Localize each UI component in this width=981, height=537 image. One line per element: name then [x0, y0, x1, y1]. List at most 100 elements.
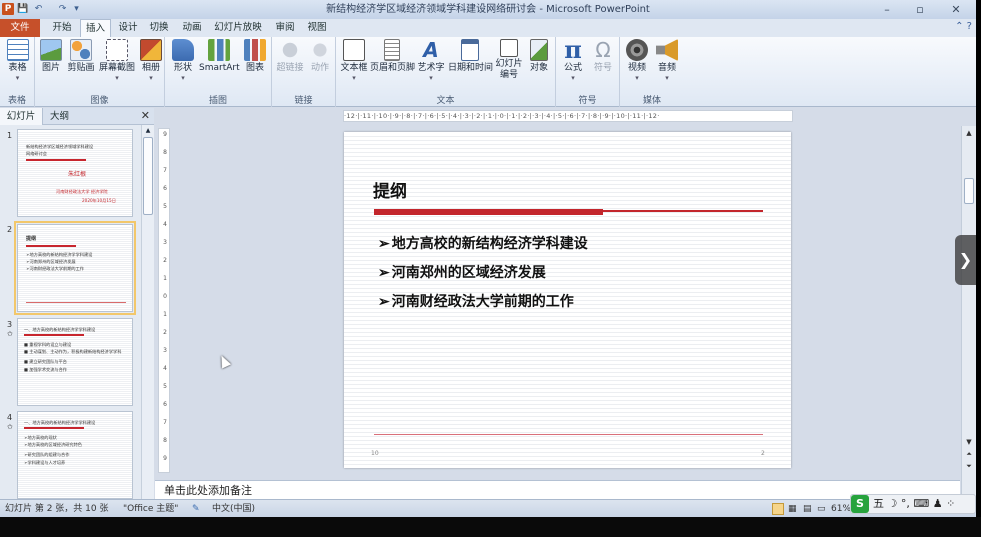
- table-icon: [6, 39, 29, 61]
- tab-animations[interactable]: 动画: [176, 19, 208, 37]
- video-button[interactable]: 视频 ▾: [623, 39, 651, 82]
- tab-slideshow[interactable]: 幻灯片放映: [210, 19, 266, 37]
- clipart-button[interactable]: 剪贴画: [65, 39, 97, 74]
- picture-button[interactable]: 图片: [38, 39, 64, 74]
- audio-button[interactable]: 音频 ▾: [653, 39, 681, 82]
- thumbnail-number: 4: [7, 413, 13, 422]
- slide-thumbnail-3[interactable]: 一、地方高校的新结构经济学学科建设 ■ 重视学科的设立与建设 ■ 主动谋划、主动…: [17, 318, 133, 406]
- title-bar: 新结构经济学区域经济领域学科建设网络研讨会 - Microsoft PowerP…: [0, 0, 976, 19]
- minimize-button[interactable]: –: [872, 0, 902, 19]
- zoom-level[interactable]: 61%: [831, 500, 851, 518]
- group-symbols: π 公式 ▾ Ω 符号 符号: [556, 37, 620, 107]
- slide-thumbnail-1[interactable]: 新结构经济学区域经济领域学科建设 网络研讨会 朱红根 河南财经政法大学 经济学院…: [17, 129, 133, 217]
- tab-slides[interactable]: 幻灯片: [0, 108, 43, 125]
- tab-file[interactable]: 文件: [0, 19, 40, 37]
- language[interactable]: 中文(中国): [212, 500, 255, 518]
- slide-thumbnail-4[interactable]: 一、地方高校的新结构经济学学科建设 ➢地方高校的现状 ➢地方高校的区域经济研究特…: [17, 411, 133, 499]
- scroll-thumb[interactable]: [964, 178, 974, 204]
- group-media: 视频 ▾ 音频 ▾ 媒体: [620, 37, 684, 107]
- panel-scrollbar[interactable]: ▲: [141, 125, 154, 499]
- scroll-up-icon[interactable]: ▲: [143, 127, 153, 134]
- tab-outline[interactable]: 大纲: [50, 108, 80, 125]
- reading-view-icon[interactable]: ▤: [803, 500, 812, 518]
- status-bar: 幻灯片 第 2 张，共 10 张 "Office 主题" ✎ 中文(中国) ▦ …: [0, 499, 976, 517]
- thumbnail-number: 1: [7, 131, 13, 140]
- equation-button[interactable]: π 公式 ▾: [559, 38, 587, 83]
- scroll-thumb[interactable]: [143, 137, 153, 215]
- thumbnail-number: 2: [7, 225, 13, 234]
- datetime-icon: [461, 39, 479, 61]
- tab-home[interactable]: 开始: [44, 19, 80, 37]
- textbox-button[interactable]: 文本框 ▾: [338, 39, 370, 82]
- ime-controls[interactable]: 五 ☽ °, ⌨ ♟ ⁘: [873, 497, 955, 510]
- tab-design[interactable]: 设计: [113, 19, 143, 37]
- symbol-icon: Ω: [595, 38, 611, 62]
- slideshow-icon[interactable]: ▭: [817, 500, 826, 518]
- tab-insert[interactable]: 插入: [80, 19, 111, 38]
- tab-transitions[interactable]: 切换: [143, 19, 175, 37]
- smartart-button[interactable]: SmartArt: [199, 39, 240, 74]
- redo-icon[interactable]: ↷: [57, 3, 68, 15]
- thumbnail-number: 3: [7, 320, 13, 329]
- normal-view-icon[interactable]: [772, 503, 784, 515]
- album-icon: [140, 39, 162, 61]
- undo-icon[interactable]: ↶: [33, 3, 44, 15]
- chart-icon: [244, 39, 266, 61]
- powerpoint-app-icon[interactable]: P: [2, 3, 14, 15]
- shapes-button[interactable]: 形状 ▾: [168, 39, 198, 82]
- wordart-button[interactable]: A 艺术字 ▾: [415, 39, 447, 82]
- group-images: 图片 剪贴画 屏幕截图 ▾ 相册 ▾ 图像: [35, 37, 165, 107]
- ribbon-insert: 表格 ▾ 表格 图片 剪贴画 屏幕截图 ▾ 相册 ▾ 图像 形状 ▾ Smart…: [0, 37, 976, 107]
- action-button[interactable]: 动作: [306, 39, 334, 74]
- group-text: 文本框 ▾ 页眉和页脚 A 艺术字 ▾ 日期和时间 幻灯片 编号 对象 文本: [336, 37, 556, 107]
- input-method-toolbar[interactable]: S 五 ☽ °, ⌨ ♟ ⁘: [850, 494, 976, 514]
- notes-pane[interactable]: 单击此处添加备注: [155, 480, 960, 499]
- slide-thumbnail-2[interactable]: 提纲 ➢地方高校的新结构经济学学科建设 ➢河南郑州的区域经济发展 ➢河南财经政法…: [14, 221, 136, 315]
- bullet-item[interactable]: ➢ 地方高校的新结构经济学科建设: [378, 233, 588, 253]
- maximize-button[interactable]: ▫: [905, 0, 935, 19]
- help-icon[interactable]: ⌃ ?: [955, 21, 972, 32]
- current-slide[interactable]: 提纲 ➢ 地方高校的新结构经济学科建设 ➢ 河南郑州的区域经济发展 ➢ 河南财经政法大…: [344, 132, 791, 468]
- album-button[interactable]: 相册 ▾: [138, 39, 164, 82]
- next-slide-icon[interactable]: ⏷: [962, 462, 976, 471]
- scroll-up-icon[interactable]: ▲: [962, 129, 976, 137]
- next-arrow-overlay[interactable]: ❯: [955, 235, 976, 285]
- tab-view[interactable]: 视图: [302, 19, 332, 37]
- screenshot-button[interactable]: 屏幕截图 ▾: [98, 39, 136, 82]
- smartart-icon: [208, 39, 230, 61]
- previous-slide-icon[interactable]: ⏶: [962, 450, 976, 459]
- chart-button[interactable]: 图表: [242, 39, 268, 74]
- vertical-scrollbar[interactable]: ▲ ▼ ⏶ ⏷: [961, 126, 976, 499]
- bullet-item[interactable]: ➢ 河南郑州的区域经济发展: [378, 262, 546, 282]
- slide-count: 幻灯片 第 2 张，共 10 张: [5, 504, 109, 514]
- scroll-down-icon[interactable]: ▼: [962, 438, 976, 446]
- datetime-button[interactable]: 日期和时间: [448, 39, 493, 74]
- symbol-button[interactable]: Ω 符号: [589, 39, 617, 74]
- customize-quick-access-icon[interactable]: ▾: [71, 3, 82, 15]
- header-footer-button[interactable]: 页眉和页脚: [370, 39, 415, 74]
- object-icon: [530, 39, 548, 61]
- object-button[interactable]: 对象: [526, 39, 552, 74]
- group-links: 超链接 动作 链接: [272, 37, 336, 107]
- title-underline-thin: [603, 210, 763, 212]
- picture-icon: [40, 39, 62, 61]
- close-icon[interactable]: ✕: [141, 109, 150, 122]
- slide-number-button[interactable]: 幻灯片 编号: [493, 39, 525, 81]
- action-icon: [309, 39, 331, 61]
- hyperlink-button[interactable]: 超链接: [274, 39, 306, 74]
- close-button[interactable]: ✕: [941, 0, 971, 19]
- slide-sorter-icon[interactable]: ▦: [788, 500, 797, 518]
- window-title: 新结构经济学区域经济领域学科建设网络研讨会 - Microsoft PowerP…: [326, 4, 650, 15]
- powerpoint-window: 新结构经济学区域经济领域学科建设网络研讨会 - Microsoft PowerP…: [0, 0, 976, 537]
- bullet-item[interactable]: ➢ 河南财经政法大学前期的工作: [378, 291, 574, 311]
- theme-name: "Office 主题": [123, 504, 179, 514]
- audio-icon: [656, 39, 678, 61]
- group-table: 表格 ▾ 表格: [0, 37, 35, 107]
- spellcheck-icon[interactable]: ✎: [192, 500, 200, 518]
- slide-number: 2: [761, 450, 765, 457]
- footer-line: [374, 434, 763, 435]
- tab-review[interactable]: 审阅: [270, 19, 300, 37]
- save-icon[interactable]: 💾: [17, 3, 28, 15]
- slide-title[interactable]: 提纲: [373, 177, 407, 202]
- table-button[interactable]: 表格 ▾: [4, 39, 31, 82]
